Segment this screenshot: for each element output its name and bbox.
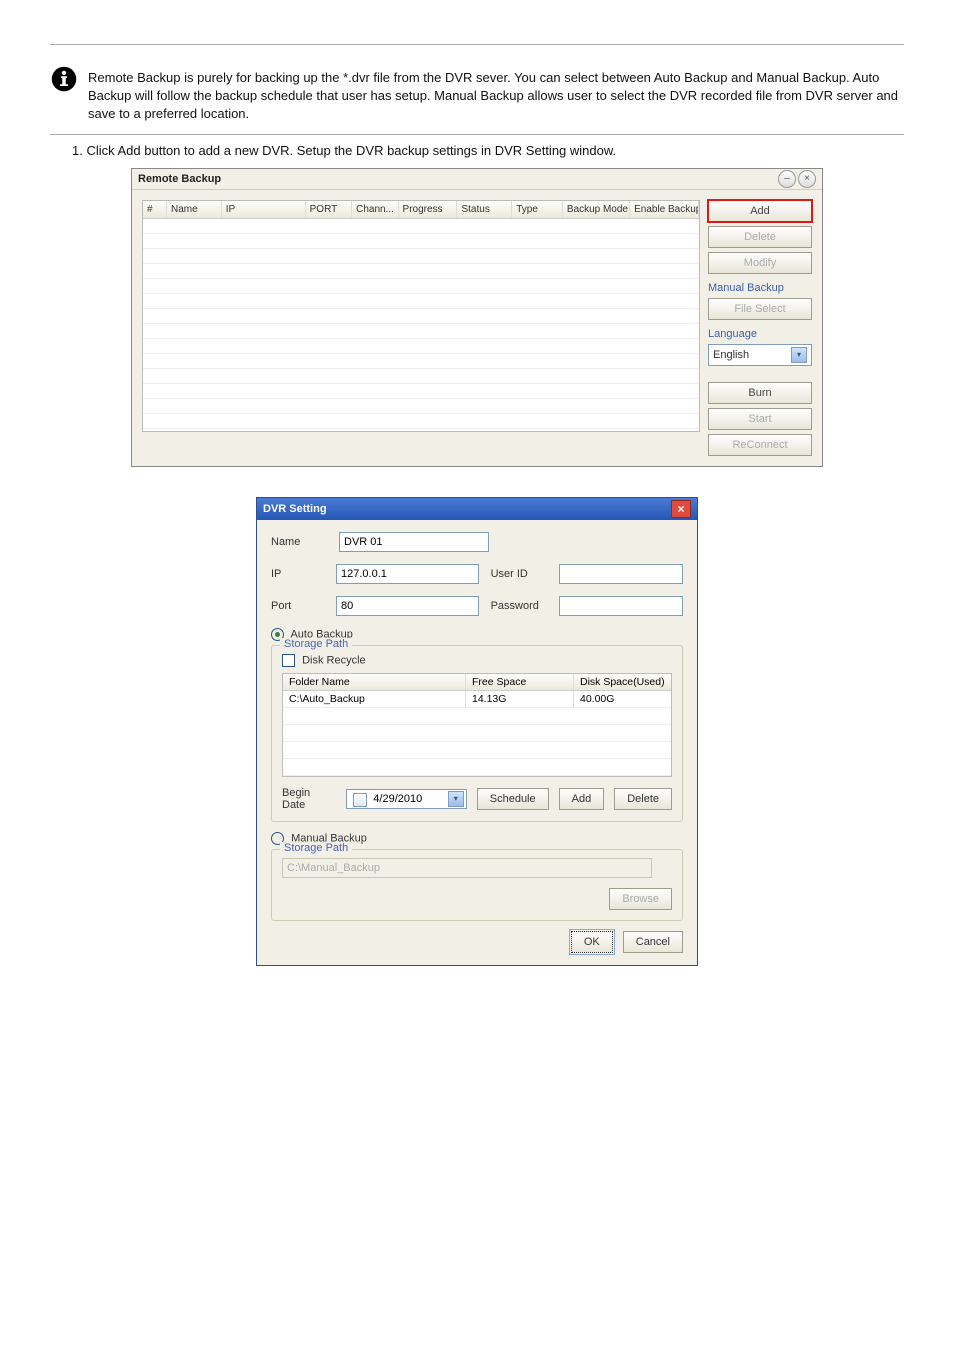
table-row [143,369,699,384]
dvr-setting-title: DVR Setting [263,503,327,515]
password-label: Password [491,600,548,612]
info-icon [50,65,78,93]
table-row [143,399,699,414]
add-path-button[interactable]: Add [559,788,605,810]
ip-label: IP [271,568,324,580]
port-input[interactable]: 80 [336,596,479,616]
ip-input[interactable]: 127.0.0.1 [336,564,479,584]
col-progress[interactable]: Progress [399,201,458,218]
reconnect-button[interactable]: ReConnect [708,434,812,456]
col-free-space[interactable]: Free Space [466,674,574,690]
minimize-icon[interactable]: – [778,170,796,188]
storage-row [283,759,671,776]
col-status[interactable]: Status [457,201,512,218]
manual-path-input: C:\Manual_Backup [282,858,652,878]
dvr-setting-dialog: DVR Setting × Name DVR 01 IP 127.0.0.1 U… [256,497,698,966]
col-name[interactable]: Name [167,201,222,218]
add-button[interactable]: Add [708,200,812,222]
backup-table: # Name IP PORT Chann... Progress Status … [142,200,700,432]
table-row [143,234,699,249]
storage-row [283,708,671,725]
table-row [143,354,699,369]
col-backup-mode[interactable]: Backup Mode [563,201,630,218]
remote-backup-window: Remote Backup – × # Name IP PORT Chann..… [131,168,823,467]
table-row [143,384,699,399]
language-value: English [713,349,749,361]
delete-path-button[interactable]: Delete [614,788,672,810]
user-id-input[interactable] [559,564,683,584]
language-label: Language [708,328,812,340]
modify-button[interactable]: Modify [708,252,812,274]
storage-folder: C:\Auto_Backup [283,691,466,707]
col-num[interactable]: # [143,201,167,218]
storage-path-table: Folder Name Free Space Disk Space(Used) … [282,673,672,777]
password-input[interactable] [559,596,683,616]
col-enable-backup[interactable]: Enable Backup [630,201,699,218]
manual-backup-label: Manual Backup [708,282,812,294]
burn-button[interactable]: Burn [708,382,812,404]
storage-path-legend: Storage Path [280,638,352,650]
file-select-button[interactable]: File Select [708,298,812,320]
name-input[interactable]: DVR 01 [339,532,489,552]
table-row [143,309,699,324]
storage-row [283,742,671,759]
cancel-button[interactable]: Cancel [623,931,683,953]
port-label: Port [271,600,324,612]
col-disk-space-used[interactable]: Disk Space(Used) [574,674,671,690]
col-type[interactable]: Type [512,201,563,218]
language-select[interactable]: English ▾ [708,344,812,366]
begin-date-input[interactable]: 4/29/2010 ▾ [346,789,466,809]
table-row [143,219,699,234]
col-folder-name[interactable]: Folder Name [283,674,466,690]
close-icon[interactable]: × [671,500,691,518]
start-button[interactable]: Start [708,408,812,430]
disk-recycle-checkbox[interactable] [282,654,295,667]
storage-row [283,725,671,742]
table-row [143,264,699,279]
ok-button[interactable]: OK [571,931,613,953]
storage-row[interactable]: C:\Auto_Backup 14.13G 40.00G [283,691,671,708]
begin-date-label: Begin Date [282,787,336,811]
table-row [143,339,699,354]
table-row [143,294,699,309]
storage-free: 14.13G [466,691,574,707]
close-icon[interactable]: × [798,170,816,188]
delete-button[interactable]: Delete [708,226,812,248]
table-row [143,249,699,264]
col-ip[interactable]: IP [222,201,306,218]
name-label: Name [271,536,327,548]
disk-recycle-label: Disk Recycle [302,654,366,666]
begin-date-value: 4/29/2010 [373,793,422,805]
table-row [143,324,699,339]
table-row [143,414,699,429]
table-row [143,279,699,294]
col-chann[interactable]: Chann... [352,201,398,218]
remote-backup-title: Remote Backup [138,173,221,185]
storage-used: 40.00G [574,691,671,707]
storage-path-legend-2: Storage Path [280,842,352,854]
info-note-text: Remote Backup is purely for backing up t… [88,65,904,124]
schedule-button[interactable]: Schedule [477,788,549,810]
chevron-down-icon: ▾ [791,347,807,363]
browse-button[interactable]: Browse [609,888,672,910]
user-id-label: User ID [491,568,548,580]
step-1-text: 1. Click Add button to add a new DVR. Se… [72,143,904,158]
col-port[interactable]: PORT [306,201,352,218]
chevron-down-icon: ▾ [448,791,464,807]
